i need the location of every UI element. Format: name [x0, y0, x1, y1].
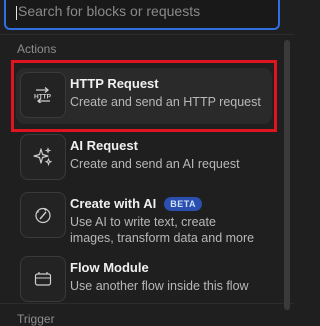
block-picker-panel: Actions HTTP HTTP Request Create and sen…	[0, 0, 294, 326]
scrollbar[interactable]	[284, 40, 290, 310]
section-title-trigger: Trigger	[17, 312, 55, 326]
block-icon-container	[20, 134, 66, 180]
block-item-text: AI Request Create and send an AI request	[70, 138, 240, 172]
block-description: Use another flow inside this flow	[70, 279, 249, 293]
text-caret	[16, 6, 17, 20]
block-title-label: Create with AI	[70, 196, 157, 211]
block-item-ai-request[interactable]: AI Request Create and send an AI request	[16, 130, 272, 184]
block-title: HTTP Request	[70, 76, 261, 92]
block-icon-container	[20, 256, 66, 302]
sparkles-icon	[33, 147, 53, 167]
divider	[0, 303, 294, 304]
block-title: Flow Module	[70, 260, 249, 276]
search-box[interactable]	[4, 0, 280, 30]
block-title-label: Flow Module	[70, 260, 149, 275]
section-title-actions: Actions	[17, 42, 57, 56]
block-icon-container	[20, 192, 66, 238]
block-description: Create and send an AI request	[70, 157, 240, 171]
module-icon	[34, 271, 52, 287]
divider	[0, 34, 294, 35]
block-title: AI Request	[70, 138, 240, 154]
block-item-text: Flow Module Use another flow inside this…	[70, 260, 249, 294]
block-item-create-with-ai[interactable]: Create with AI BETA Use AI to write text…	[16, 188, 272, 248]
block-title: Create with AI BETA	[70, 196, 260, 212]
block-title-label: HTTP Request	[70, 76, 159, 91]
block-item-flow-module[interactable]: Flow Module Use another flow inside this…	[16, 252, 272, 306]
block-item-text: HTTP Request Create and send an HTTP req…	[70, 76, 261, 110]
magic-wand-icon	[33, 205, 53, 225]
block-title-label: AI Request	[70, 138, 138, 153]
block-description: Use AI to write text, create images, tra…	[70, 215, 255, 245]
search-input[interactable]	[6, 0, 278, 24]
block-item-text: Create with AI BETA Use AI to write text…	[70, 196, 260, 246]
http-icon: HTTP	[32, 87, 54, 103]
block-description: Create and send an HTTP request	[70, 95, 261, 109]
block-icon-container: HTTP	[20, 72, 66, 118]
block-item-http-request[interactable]: HTTP HTTP Request Create and send an HTT…	[16, 68, 272, 124]
beta-badge: BETA	[164, 197, 203, 211]
svg-text:HTTP: HTTP	[34, 94, 52, 101]
